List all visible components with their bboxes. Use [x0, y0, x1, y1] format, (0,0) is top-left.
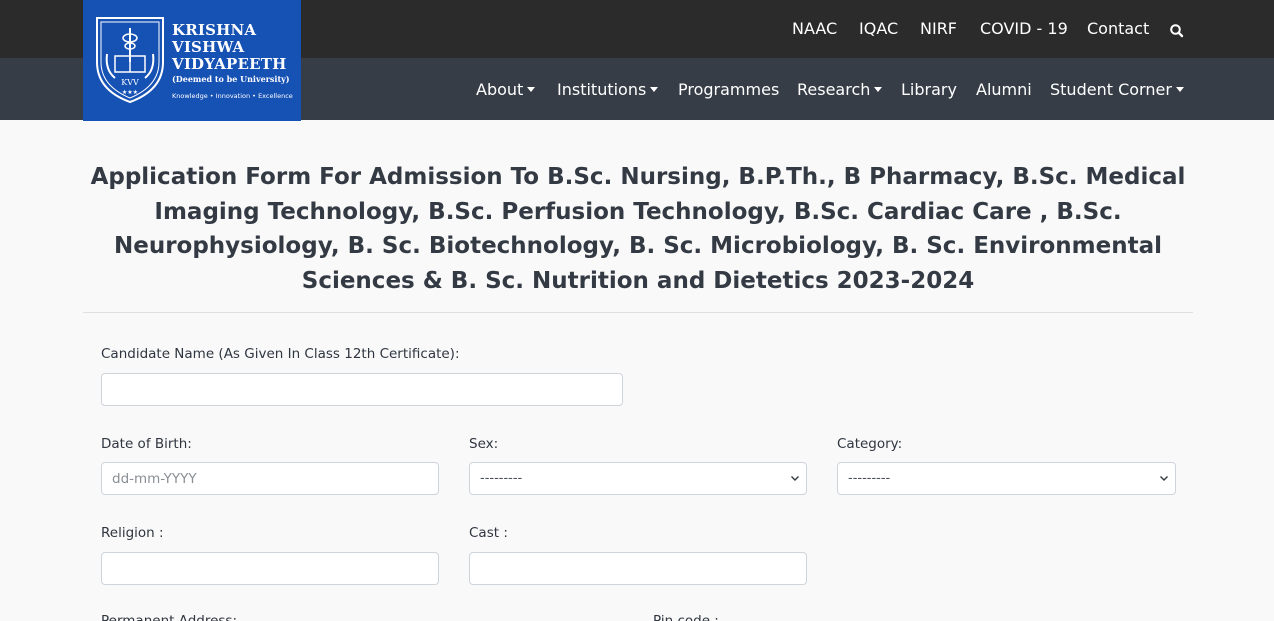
cast-label: Cast :	[469, 525, 508, 541]
nav-label: Library	[901, 80, 957, 99]
caret-down-icon	[650, 87, 659, 92]
sex-label: Sex:	[469, 436, 499, 452]
candidate-name-input[interactable]	[101, 373, 623, 406]
svg-text:★★★: ★★★	[122, 89, 138, 96]
caret-down-icon	[874, 87, 883, 92]
caret-down-icon	[1175, 87, 1184, 92]
nav-item-student-corner[interactable]: Student Corner	[1050, 80, 1184, 99]
brand-motto: Knowledge • Innovation • Excellence	[172, 92, 293, 100]
nav-item-library[interactable]: Library	[901, 80, 957, 99]
search-icon[interactable]	[1169, 23, 1185, 39]
nav-label: Institutions	[557, 80, 647, 99]
nav-label: About	[476, 80, 524, 99]
nav-item-alumni[interactable]: Alumni	[976, 80, 1032, 99]
pin-code-label: Pin code :	[653, 613, 719, 621]
brand-line: VISHWA	[172, 38, 245, 56]
chevron-down-icon	[791, 476, 799, 481]
top-link-contact[interactable]: Contact	[1087, 19, 1149, 38]
svg-text:KVV: KVV	[121, 78, 139, 87]
sex-select[interactable]: ---------	[469, 462, 807, 495]
nav-label: Programmes	[678, 80, 780, 99]
religion-label: Religion :	[101, 525, 164, 541]
category-selected-value: ---------	[848, 471, 891, 486]
top-link-nirf[interactable]: NIRF	[920, 19, 957, 38]
brand-line: VIDYAPEETH	[172, 55, 287, 73]
permanent-address-label: Permanent Address:	[101, 613, 238, 621]
brand-deemed: (Deemed to be University)	[172, 74, 290, 84]
nav-item-programmes[interactable]: Programmes	[678, 80, 779, 99]
candidate-name-label: Candidate Name (As Given In Class 12th C…	[101, 346, 460, 362]
nav-label: Student Corner	[1050, 80, 1172, 99]
chevron-down-icon	[1160, 476, 1168, 481]
top-links: NAAC IQAC NIRF COVID - 19 Contact	[0, 19, 1274, 39]
category-label: Category:	[837, 436, 903, 452]
page-title: Application Form For Admission To B.Sc. …	[90, 164, 1186, 294]
nav-label: Alumni	[976, 80, 1032, 99]
caret-down-icon	[527, 87, 536, 92]
dob-label: Date of Birth:	[101, 436, 192, 452]
nav-item-research[interactable]: Research	[797, 80, 883, 99]
title-divider	[83, 312, 1193, 313]
top-link-covid[interactable]: COVID - 19	[980, 19, 1068, 38]
religion-input[interactable]	[101, 552, 439, 585]
nav-label: Research	[797, 80, 871, 99]
category-select[interactable]: ---------	[837, 462, 1176, 495]
top-link-naac[interactable]: NAAC	[792, 19, 837, 38]
nav-item-about[interactable]: About	[476, 80, 536, 99]
top-link-iqac[interactable]: IQAC	[859, 19, 898, 38]
cast-input[interactable]	[469, 552, 807, 585]
sex-selected-value: ---------	[480, 471, 523, 486]
nav-item-institutions[interactable]: Institutions	[557, 80, 659, 99]
dob-input[interactable]	[101, 462, 439, 495]
